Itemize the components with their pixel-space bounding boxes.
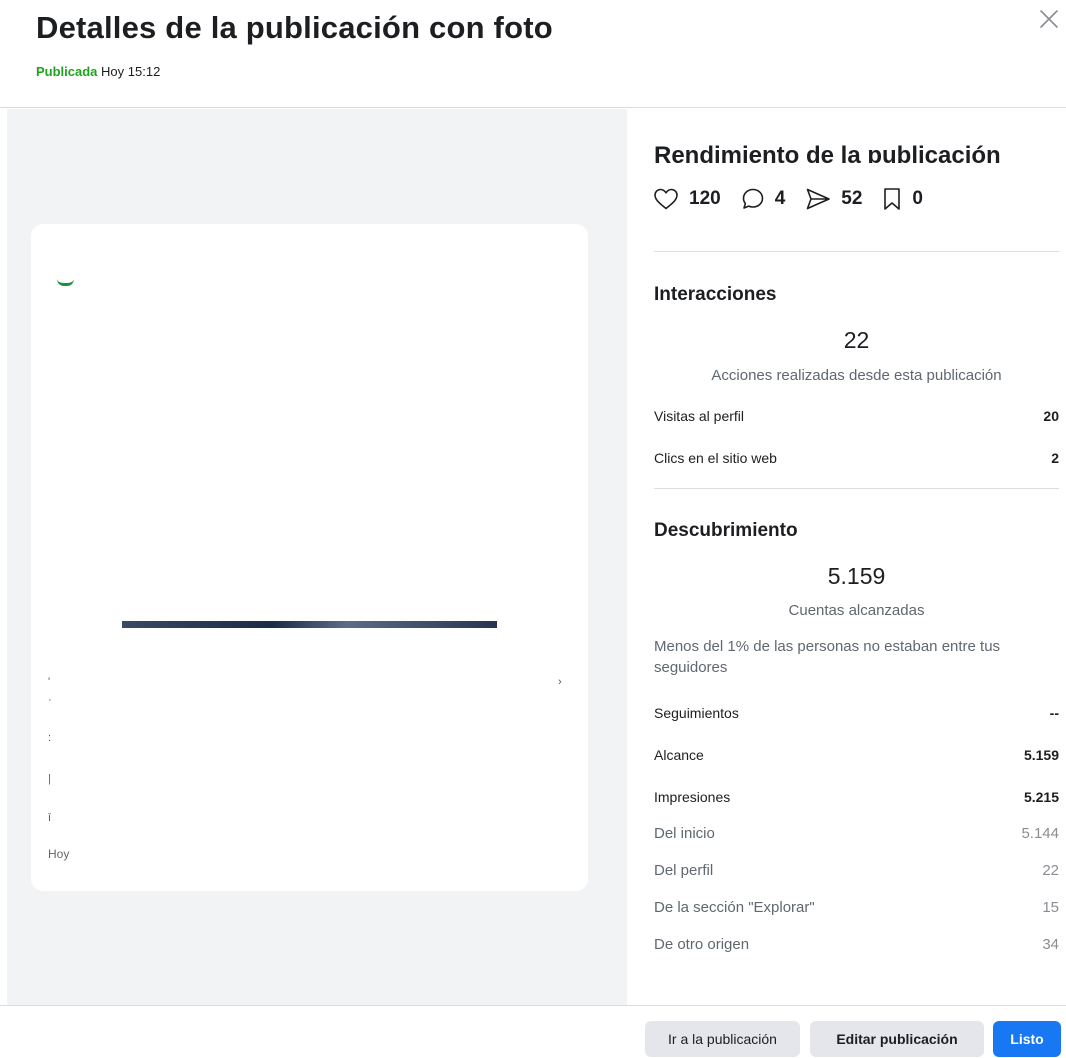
caption-fragment: ī xyxy=(48,812,52,824)
saves-count: 0 xyxy=(912,188,923,209)
comments-count: 4 xyxy=(774,188,786,209)
stat-label: Impresiones xyxy=(654,789,731,805)
status-badge: Publicada xyxy=(36,64,98,79)
caption-fragment: | xyxy=(48,773,51,785)
stat-value: 15 xyxy=(1042,899,1059,916)
interactions-subtitle: Acciones realizadas desde esta publicaci… xyxy=(711,367,1002,384)
impression-source-explore: De la sección "Explorar" 15 xyxy=(654,899,1059,916)
stat-value: 2 xyxy=(1051,450,1059,466)
discovery-total: 5.159 xyxy=(827,563,886,589)
stat-label: Del inicio xyxy=(654,825,715,842)
stat-value: -- xyxy=(1049,705,1059,721)
stat-row-website-clicks: Clics en el sitio web 2 xyxy=(654,450,1059,466)
stat-value: 22 xyxy=(1042,862,1059,879)
caption-fragment: ' xyxy=(48,676,51,688)
caption-fragment: › xyxy=(558,676,562,688)
stat-value: 5.159 xyxy=(1023,747,1059,763)
caption-fragment: · xyxy=(48,694,52,706)
heart-icon xyxy=(654,188,678,210)
done-button[interactable]: Listo xyxy=(993,1021,1061,1057)
shares-metric: 52 xyxy=(805,187,862,211)
impression-source-profile: Del perfil 22 xyxy=(654,862,1059,879)
share-icon xyxy=(806,188,831,210)
likes-metric: 120 xyxy=(653,187,721,211)
modal-footer: Ir a la publicación Editar publicación L… xyxy=(0,1005,1066,1058)
engagement-metrics: 120 4 52 0 xyxy=(653,187,943,211)
stat-label: De la sección "Explorar" xyxy=(654,899,815,916)
caption-fragment: : xyxy=(48,732,52,744)
page-title: Detalles de la publicación con foto xyxy=(36,10,553,45)
stat-label: De otro origen xyxy=(654,936,750,953)
discovery-subtitle: Cuentas alcanzadas xyxy=(788,602,925,619)
divider xyxy=(654,488,1059,489)
stat-label: Seguimientos xyxy=(654,705,739,721)
account-avatar-fragment xyxy=(57,279,74,286)
post-media xyxy=(122,621,497,628)
saves-metric: 0 xyxy=(882,187,923,211)
stat-row-profile-visits: Visitas al perfil 20 xyxy=(654,408,1059,424)
post-preview-card[interactable]: ' › · : | ī Hoy xyxy=(31,224,588,891)
impression-source-other: De otro origen 34 xyxy=(654,936,1059,953)
performance-title: Rendimiento de la publicación xyxy=(654,142,1001,163)
bookmark-icon xyxy=(884,188,901,210)
stat-value: 5.144 xyxy=(1021,825,1059,842)
likes-count: 120 xyxy=(689,188,721,209)
stat-value: 5.215 xyxy=(1023,789,1059,805)
interactions-title: Interacciones xyxy=(654,284,777,305)
go-to-post-button[interactable]: Ir a la publicación xyxy=(645,1021,800,1057)
publish-status: Publicada Hoy 15:12 xyxy=(36,64,160,79)
publish-time: Hoy 15:12 xyxy=(101,64,161,79)
comments-metric: 4 xyxy=(741,187,786,211)
modal-header: Detalles de la publicación con foto Publ… xyxy=(0,0,1066,108)
shares-count: 52 xyxy=(841,188,863,209)
discovery-title: Descubrimiento xyxy=(654,520,798,541)
stat-label: Alcance xyxy=(654,747,704,763)
followers-note: Menos del 1% de las personas no estaban … xyxy=(654,638,1001,676)
comment-icon xyxy=(742,188,764,209)
stat-label: Visitas al perfil xyxy=(654,408,745,424)
post-time: Hoy xyxy=(48,847,70,861)
stat-row-follows: Seguimientos -- xyxy=(654,705,1059,721)
stat-row-impressions: Impresiones 5.215 xyxy=(654,789,1059,805)
divider xyxy=(654,251,1059,252)
insights-pane: Rendimiento de la publicación 120 4 52 0 xyxy=(627,109,1066,1005)
post-preview-pane: ' › · : | ī Hoy xyxy=(7,109,627,1005)
stat-label: Clics en el sitio web xyxy=(654,450,777,466)
stat-label: Del perfil xyxy=(654,862,714,879)
close-button[interactable] xyxy=(1036,6,1062,32)
close-icon xyxy=(1040,10,1058,28)
stat-value: 34 xyxy=(1042,936,1059,953)
edit-post-button[interactable]: Editar publicación xyxy=(810,1021,984,1057)
stat-value: 20 xyxy=(1043,408,1059,424)
stat-row-reach: Alcance 5.159 xyxy=(654,747,1059,763)
interactions-total: 22 xyxy=(843,327,870,353)
impression-source-home: Del inicio 5.144 xyxy=(654,825,1059,842)
